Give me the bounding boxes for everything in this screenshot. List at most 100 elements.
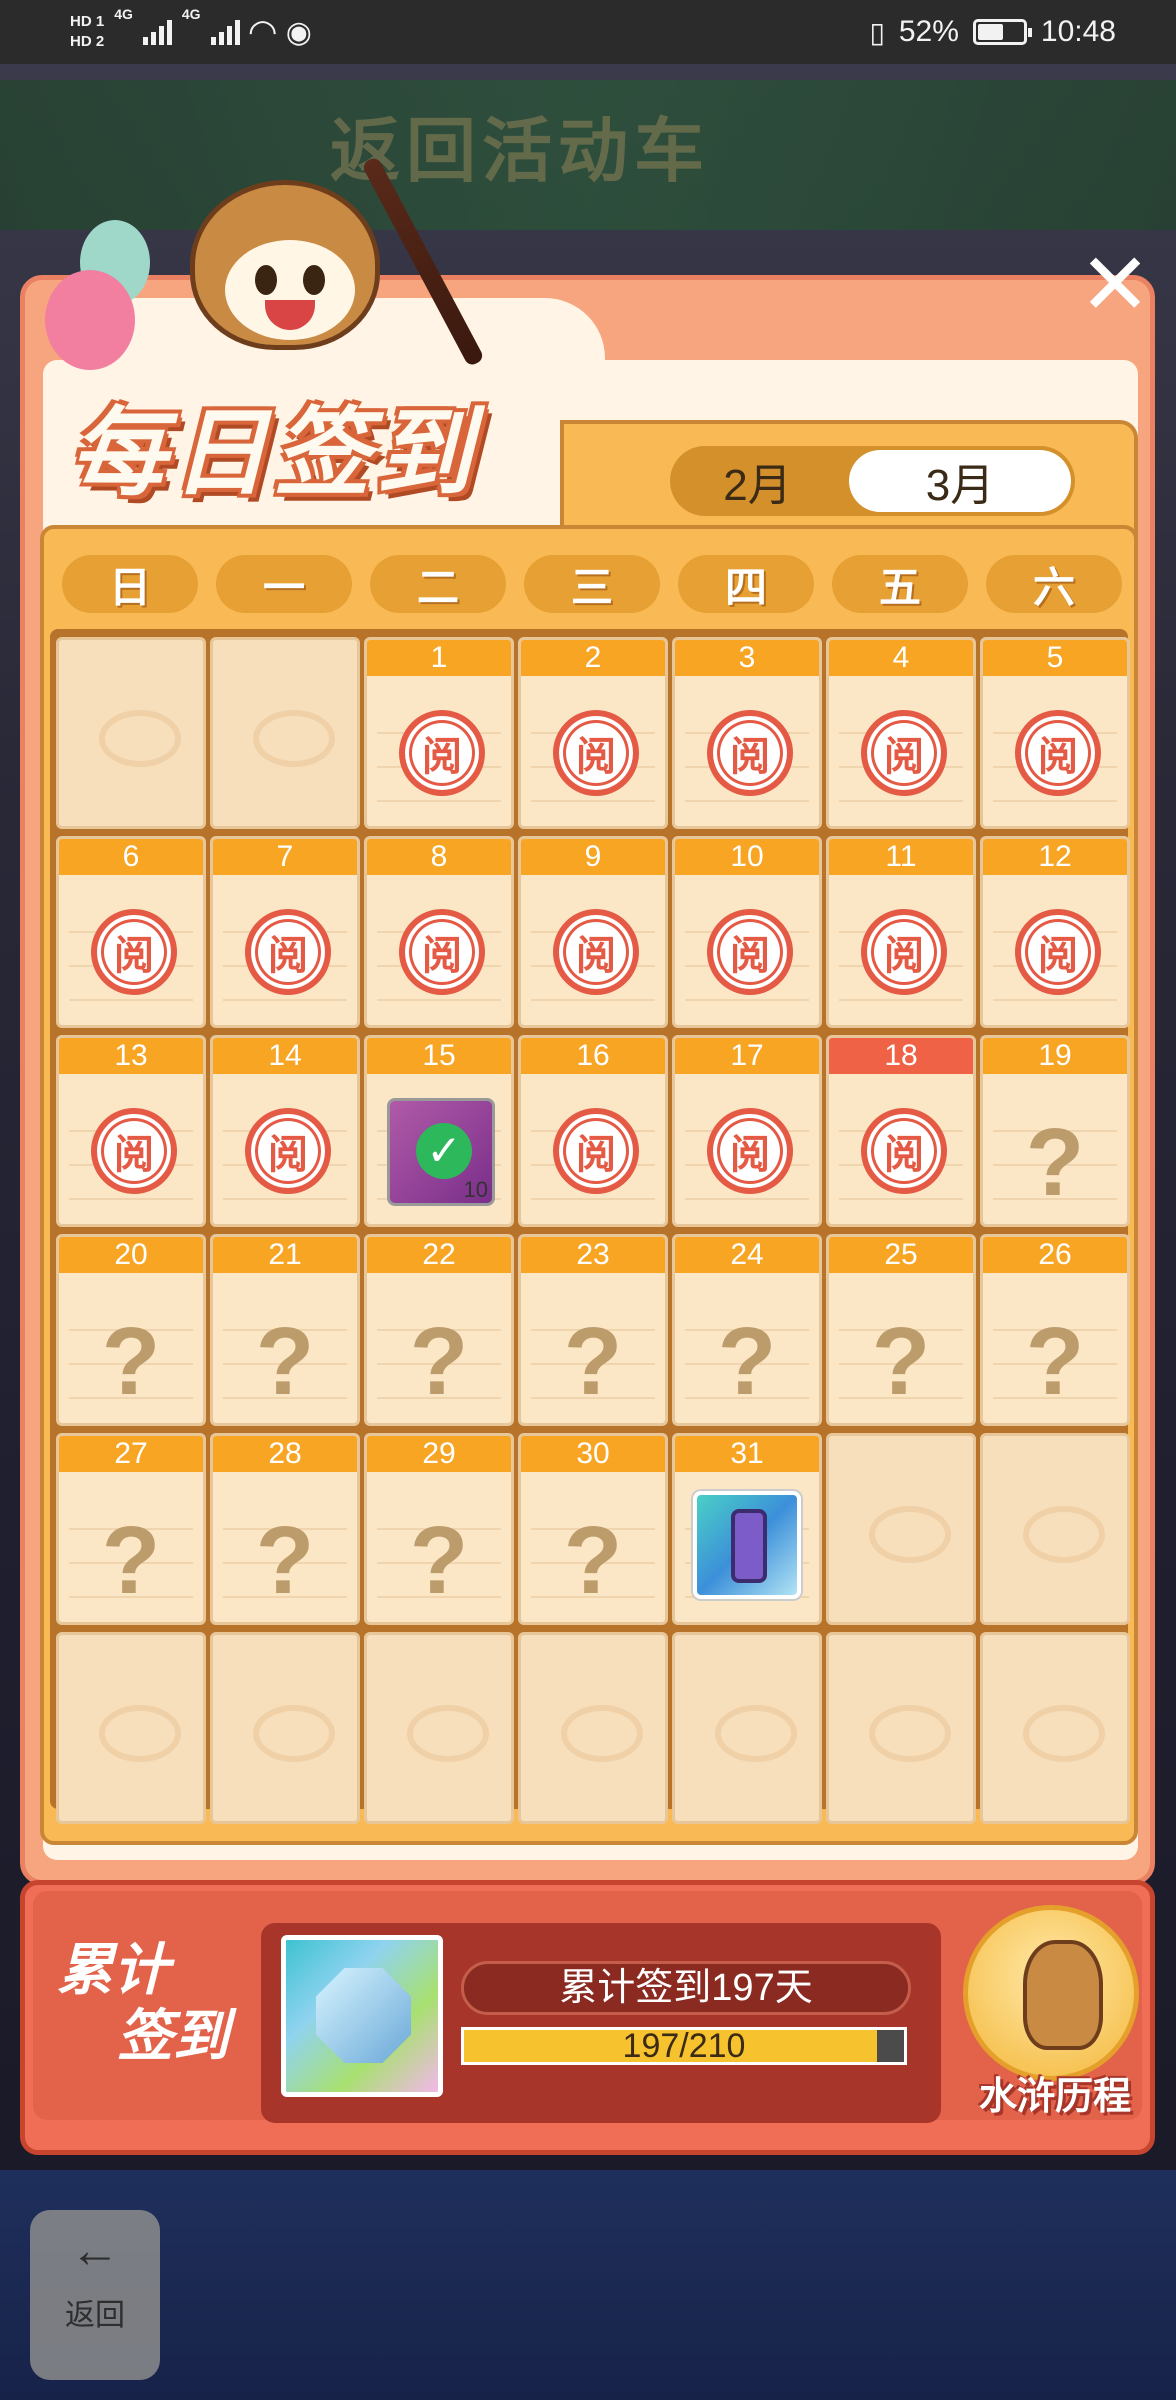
question-mark-icon: ?: [101, 1308, 161, 1415]
history-label: 水浒历程: [978, 2076, 1131, 2118]
close-button[interactable]: ✕: [1075, 242, 1155, 328]
calendar-day-cell[interactable]: 26?: [980, 1234, 1130, 1426]
reward-count: 10: [463, 1177, 488, 1202]
stamp-text: 阅: [422, 735, 462, 779]
accumulate-bar: 累计 签到 累计签到197天 197/210 水浒历程: [20, 1880, 1155, 2155]
calendar-day-cell[interactable]: 13 阅: [56, 1035, 206, 1227]
weekday-label: 四: [678, 555, 814, 613]
read-stamp-icon: 阅: [91, 1108, 177, 1194]
stamp-text: 阅: [576, 1133, 616, 1177]
month-prev-button[interactable]: 2月: [670, 450, 845, 512]
read-stamp-icon: 阅: [553, 710, 639, 796]
calendar-day-cell[interactable]: 25?: [826, 1234, 976, 1426]
check-icon: ✓: [416, 1123, 472, 1179]
day-number: 31: [675, 1436, 819, 1472]
calendar-day-cell[interactable]: 2阅: [518, 637, 668, 829]
question-mark-icon: ?: [255, 1308, 315, 1415]
read-stamp-icon: 阅: [245, 1108, 331, 1194]
day-number: 19: [983, 1038, 1127, 1074]
calendar: 日 一 二 三 四 五 六 1 阅 2 阅 3 阅 4 阅 5 阅 6 阅 7 阅 8 阅 9 阅 10 阅 11 阅 12…: [40, 525, 1138, 1845]
question-mark-icon: ?: [1025, 1109, 1085, 1216]
calendar-day-cell[interactable]: 18 阅: [826, 1035, 976, 1227]
calendar-day-cell[interactable]: 21?: [210, 1234, 360, 1426]
calendar-day-cell[interactable]: 11 阅: [826, 836, 976, 1028]
read-stamp-icon: 阅: [245, 909, 331, 995]
calendar-day-cell[interactable]: 15 ✓ 10: [364, 1035, 514, 1227]
calendar-day-cell[interactable]: 28?: [210, 1433, 360, 1625]
calendar-day-cell[interactable]: 30?: [518, 1433, 668, 1625]
calendar-day-cell[interactable]: 1阅: [364, 637, 514, 829]
sim2-label: HD 2: [70, 33, 105, 50]
stamp-text: 阅: [268, 1133, 308, 1177]
day-number: 29: [367, 1436, 511, 1472]
calendar-day-cell[interactable]: 8阅: [364, 836, 514, 1028]
crystal-reward-icon[interactable]: [281, 1935, 443, 2097]
calendar-day-cell[interactable]: 22?: [364, 1234, 514, 1426]
calendar-day-cell[interactable]: 12 阅: [980, 836, 1130, 1028]
read-stamp-icon: 阅: [399, 710, 485, 796]
calendar-day-cell[interactable]: 7阅: [210, 836, 360, 1028]
calendar-day-cell[interactable]: 16 阅: [518, 1035, 668, 1227]
calendar-day-cell[interactable]: 4阅: [826, 637, 976, 829]
day-number: 27: [59, 1436, 203, 1472]
day-number: 20: [59, 1237, 203, 1273]
stamp-text: 阅: [1038, 735, 1078, 779]
day-number: 11: [829, 839, 973, 875]
clock: 10:48: [1040, 15, 1116, 48]
weekday-label: 日: [62, 555, 198, 613]
read-stamp-icon: 阅: [553, 1108, 639, 1194]
sim-labels: HD 1 HD 2: [70, 12, 104, 52]
day-number: 21: [213, 1237, 357, 1273]
ticket-reward-icon[interactable]: ✓ 10: [387, 1098, 495, 1206]
question-mark-icon: ?: [563, 1308, 623, 1415]
read-stamp-icon: 阅: [707, 1108, 793, 1194]
read-stamp-icon: 阅: [707, 710, 793, 796]
question-mark-icon: ?: [409, 1507, 469, 1614]
accumulate-label-line2: 签到: [117, 2004, 229, 2067]
calendar-day-cell[interactable]: 9阅: [518, 836, 668, 1028]
month-toggle: 2月 3月: [670, 446, 1075, 516]
calendar-cell-empty: [364, 1632, 514, 1824]
calendar-day-cell[interactable]: 27?: [56, 1433, 206, 1625]
month-current-button[interactable]: 3月: [849, 450, 1071, 512]
stamp-text: 阅: [730, 934, 770, 978]
day-number: 26: [983, 1237, 1127, 1273]
status-bar: HD 1 HD 2 4G 4G ◠ ◉ ▯ 52% 10:48: [0, 0, 1176, 64]
read-stamp-icon: 阅: [1015, 909, 1101, 995]
day-number: 17: [675, 1038, 819, 1074]
calendar-day-cell[interactable]: 31: [672, 1433, 822, 1625]
day-number: 9: [521, 839, 665, 875]
stamp-text: 阅: [730, 1133, 770, 1177]
calendar-day-cell[interactable]: 6阅: [56, 836, 206, 1028]
title-logo: 每日签到: [40, 155, 560, 520]
calendar-cell-empty: [826, 1433, 976, 1625]
vibrate-icon: ▯: [869, 16, 885, 48]
raccoon-mascot-icon: [1023, 1940, 1103, 2050]
calendar-day-cell[interactable]: 5阅: [980, 637, 1130, 829]
calendar-day-cell[interactable]: 14 阅: [210, 1035, 360, 1227]
day-number: 8: [367, 839, 511, 875]
calendar-day-cell[interactable]: 24?: [672, 1234, 822, 1426]
calendar-day-cell[interactable]: 3阅: [672, 637, 822, 829]
stamp-text: 阅: [114, 1133, 154, 1177]
question-mark-icon: ?: [563, 1507, 623, 1614]
calendar-day-cell[interactable]: 23?: [518, 1234, 668, 1426]
calendar-day-cell[interactable]: 17 阅: [672, 1035, 822, 1227]
day-number: 18: [829, 1038, 973, 1074]
calendar-day-cell[interactable]: 29?: [364, 1433, 514, 1625]
accumulate-progress: 197/210: [461, 2027, 907, 2065]
calendar-day-cell[interactable]: 10 阅: [672, 836, 822, 1028]
calendar-cell-empty: [210, 1632, 360, 1824]
calendar-cell-empty: [56, 637, 206, 829]
read-stamp-icon: 阅: [1015, 710, 1101, 796]
calendar-day-cell[interactable]: 19?: [980, 1035, 1130, 1227]
weekday-label: 一: [216, 555, 352, 613]
hourglass-reward-icon[interactable]: [693, 1491, 801, 1599]
question-mark-icon: ?: [717, 1308, 777, 1415]
net1-label: 4G: [114, 6, 133, 22]
stamp-text: 阅: [1038, 934, 1078, 978]
history-button[interactable]: 水浒历程: [955, 1905, 1155, 2135]
day-number: 1: [367, 640, 511, 676]
calendar-day-cell[interactable]: 20?: [56, 1234, 206, 1426]
battery-percent: 52%: [898, 15, 959, 48]
